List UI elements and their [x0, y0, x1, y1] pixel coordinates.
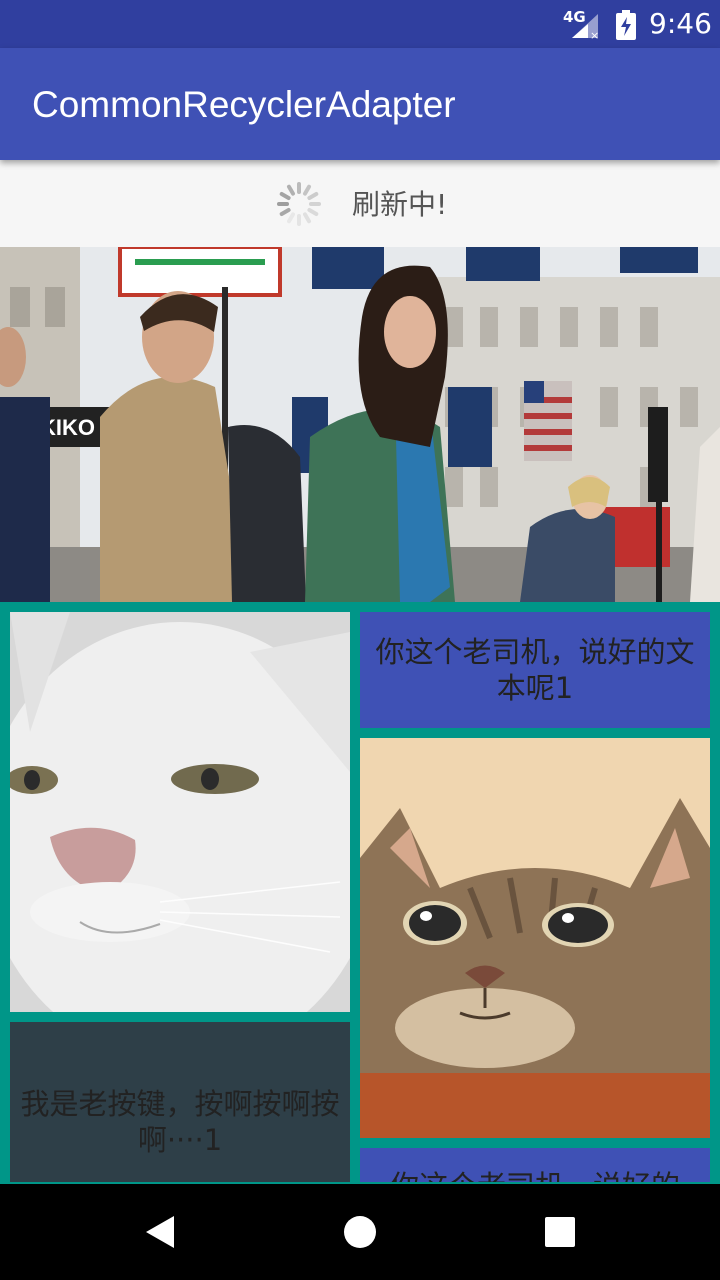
- battery-charging-icon: [616, 10, 636, 40]
- grid-item-text[interactable]: 我是老按键，按啊按啊按啊····1: [10, 1022, 350, 1182]
- grid-item-text-label: 我是老按键，按啊按啊按啊····1: [20, 1087, 340, 1157]
- grid-item-text-label: 你这个老司机，说好的: [388, 1168, 682, 1182]
- app-bar: CommonRecyclerAdapter: [0, 48, 720, 160]
- tabby-cat-photo: [360, 738, 710, 1138]
- refresh-status-text: 刷新中!: [352, 188, 448, 221]
- clock: 9:46: [649, 7, 712, 40]
- grid-item-text-label: 你这个老司机，说好的文本呢1: [375, 635, 695, 705]
- signal-icon: ×: [572, 14, 599, 40]
- grid-item-image[interactable]: [10, 612, 350, 1012]
- grid-item-image[interactable]: [360, 738, 710, 1138]
- recents-button[interactable]: [500, 1184, 620, 1280]
- staggered-grid: 我是老按键，按啊按啊按啊····1 你这个老司机，说好的文本呢1: [0, 602, 720, 1182]
- loading-spinner-icon: [277, 182, 321, 226]
- white-cat-photo: [10, 612, 350, 1012]
- grid-item-text[interactable]: 你这个老司机，说好的文本呢1: [360, 612, 710, 728]
- street-photo: KIKO: [0, 247, 720, 602]
- banner-image[interactable]: KIKO: [0, 247, 720, 602]
- app-title: CommonRecyclerAdapter: [32, 84, 456, 125]
- navigation-bar: [0, 1184, 720, 1280]
- home-button[interactable]: [300, 1184, 420, 1280]
- svg-text:×: ×: [590, 29, 599, 40]
- grid-item-text[interactable]: 你这个老司机，说好的: [360, 1148, 710, 1182]
- refresh-header: 刷新中!: [0, 160, 720, 247]
- back-button[interactable]: [100, 1184, 220, 1280]
- status-bar: 4G × 9:46: [0, 0, 720, 48]
- recents-icon: [545, 1217, 575, 1247]
- home-icon: [344, 1216, 376, 1248]
- back-icon: [146, 1216, 174, 1248]
